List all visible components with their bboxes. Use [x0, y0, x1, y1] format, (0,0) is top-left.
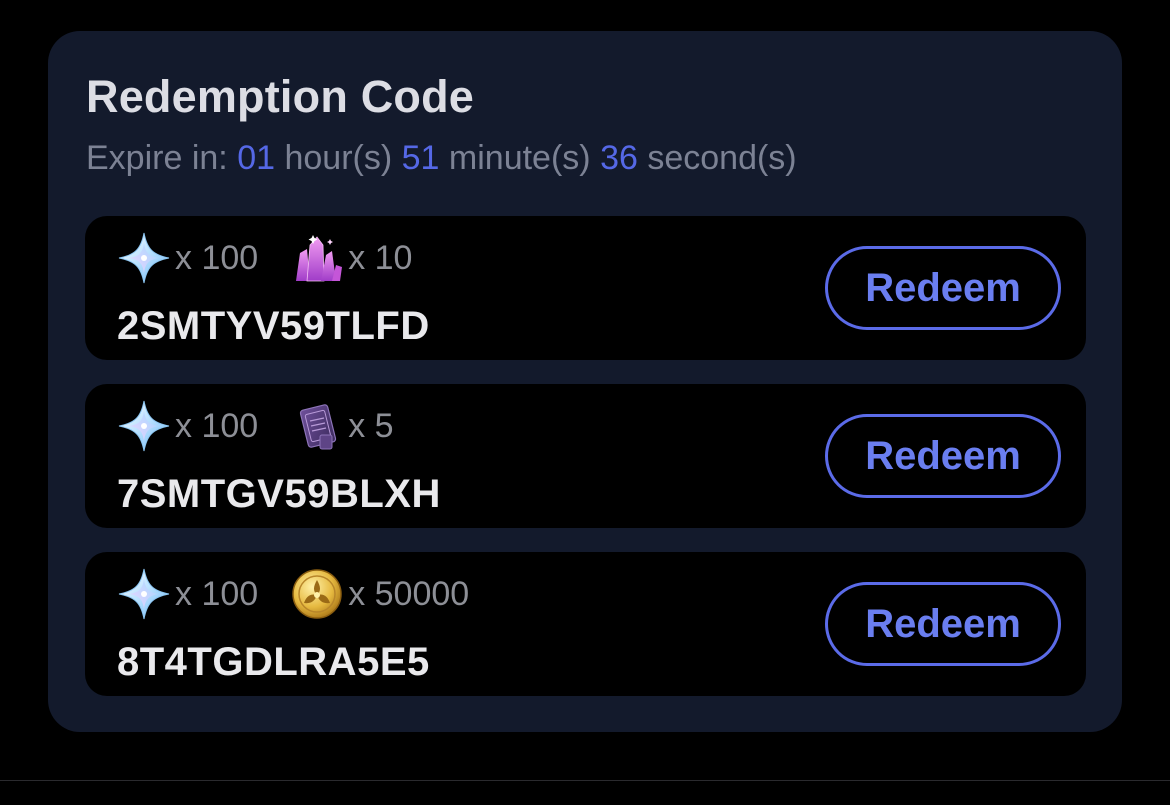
primogem-icon [117, 231, 171, 285]
expire-minutes-unit: minute(s) [448, 139, 591, 177]
reward-quantity: x 100 [175, 238, 259, 277]
expire-seconds: 36 [600, 139, 638, 177]
code-row: x 100 x 10 2SMTYV59TLFD Redeem [85, 216, 1086, 360]
expire-hours: 01 [237, 139, 276, 177]
expire-seconds-unit: second(s) [647, 139, 797, 177]
primogem-icon [117, 399, 171, 453]
reward-quantity: x 100 [175, 574, 259, 613]
reward-quantity: x 100 [175, 406, 259, 445]
redeem-button[interactable]: Redeem [825, 414, 1061, 498]
reward-quantity: x 5 [348, 406, 394, 445]
code-row: x 100 x 50000 8T4TGDLRA5E5 Redeem [85, 552, 1086, 696]
redeem-button[interactable]: Redeem [825, 582, 1061, 666]
crystal-icon [290, 231, 344, 285]
reward-list: x 100 x 50000 [117, 566, 501, 622]
coin-icon [290, 567, 344, 621]
redemption-code: 2SMTYV59TLFD [117, 304, 430, 348]
reward-list: x 100 x 10 [117, 230, 444, 286]
reward-item: x 100 [117, 399, 258, 453]
reward-item: x 10 [290, 231, 412, 285]
primogem-icon [117, 567, 171, 621]
reward-item: x 50000 [290, 567, 469, 621]
reward-quantity: x 50000 [348, 574, 470, 613]
code-list: x 100 x 10 2SMTYV59TLFD Redeem x 100 x 5… [85, 216, 1086, 720]
expire-hours-unit: hour(s) [284, 139, 393, 177]
reward-item: x 5 [290, 399, 394, 453]
code-row: x 100 x 5 7SMTGV59BLXH Redeem [85, 384, 1086, 528]
bottom-divider [0, 780, 1170, 781]
expire-timer: Expire in: 01 hour(s) 51 minute(s) 36 se… [86, 139, 797, 178]
book-icon [290, 399, 344, 453]
reward-list: x 100 x 5 [117, 398, 426, 454]
reward-quantity: x 10 [348, 238, 413, 277]
page: Redemption Code Expire in: 01 hour(s) 51… [0, 0, 1170, 805]
card-title: Redemption Code [86, 71, 475, 122]
redemption-code: 7SMTGV59BLXH [117, 472, 441, 516]
redemption-code: 8T4TGDLRA5E5 [117, 640, 430, 684]
expire-minutes: 51 [401, 139, 440, 177]
reward-item: x 100 [117, 231, 258, 285]
redemption-card: Redemption Code Expire in: 01 hour(s) 51… [48, 31, 1122, 732]
expire-label: Expire in: [86, 139, 228, 177]
reward-item: x 100 [117, 567, 258, 621]
redeem-button[interactable]: Redeem [825, 246, 1061, 330]
